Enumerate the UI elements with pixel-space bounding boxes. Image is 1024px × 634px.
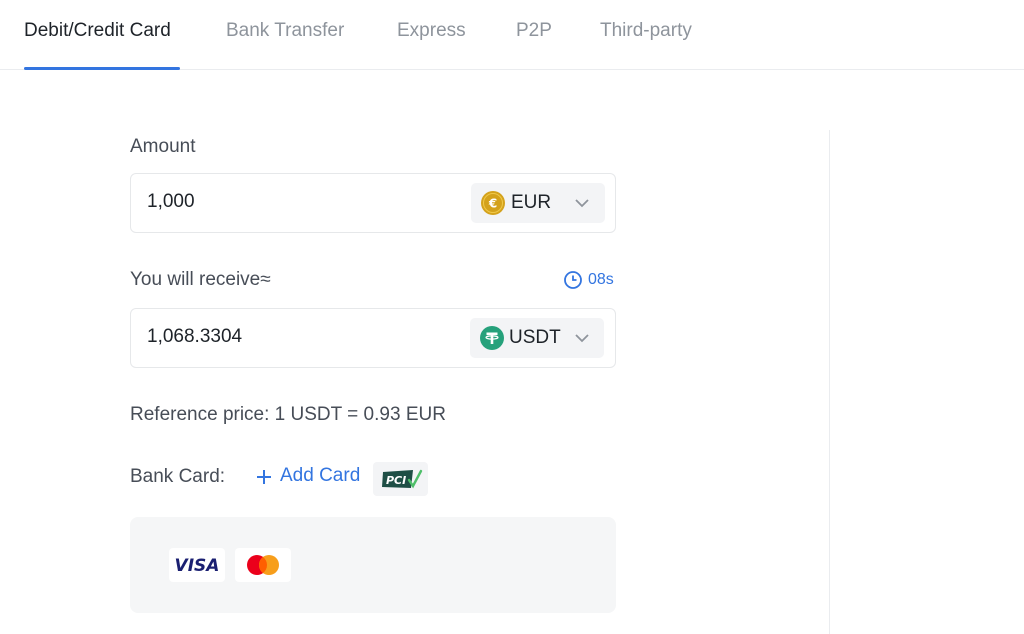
amount-input[interactable] — [147, 191, 447, 213]
amount-currency-code: EUR — [511, 192, 552, 213]
panel-divider — [829, 130, 830, 634]
receive-input[interactable] — [147, 326, 447, 348]
receive-currency-code: USDT — [509, 327, 561, 348]
receive-label: You will receive≈ — [130, 269, 271, 290]
tab-bank-transfer[interactable]: Bank Transfer — [226, 20, 344, 42]
amount-currency-select[interactable]: € EUR — [471, 183, 605, 223]
add-card-label: Add Card — [280, 465, 361, 486]
bank-card-label: Bank Card: — [130, 466, 226, 487]
pci-dss-icon: PCI — [382, 469, 423, 489]
chevron-down-icon — [574, 331, 590, 350]
mastercard-logo — [235, 548, 291, 582]
receive-currency-select[interactable]: USDT — [470, 318, 604, 358]
euro-coin-icon: € — [481, 191, 505, 215]
tether-icon — [480, 326, 504, 350]
chevron-down-icon — [574, 196, 590, 215]
tab-p2p[interactable]: P2P — [516, 20, 552, 42]
amount-field: € EUR — [130, 173, 616, 233]
reference-price: Reference price: 1 USDT = 0.93 EUR — [130, 404, 446, 425]
timer-countdown: 08s — [588, 271, 614, 288]
visa-logo-text: VISA — [175, 556, 220, 576]
tab-express[interactable]: Express — [397, 20, 466, 42]
pci-badge-text: PCI — [386, 474, 406, 487]
plus-icon — [257, 470, 271, 484]
receive-field: USDT — [130, 308, 616, 368]
tab-debit-credit-card[interactable]: Debit/Credit Card — [24, 20, 171, 42]
visa-logo: VISA — [169, 548, 225, 582]
svg-text:€: € — [488, 197, 497, 211]
supported-cards-panel: VISA — [130, 517, 616, 613]
amount-label: Amount — [130, 136, 196, 157]
clock-icon — [564, 271, 582, 289]
pci-badge: PCI — [373, 462, 428, 496]
active-tab-indicator — [24, 67, 180, 70]
tab-third-party[interactable]: Third-party — [600, 20, 692, 42]
payment-method-tabs: Debit/Credit Card Bank Transfer Express … — [0, 0, 1024, 70]
